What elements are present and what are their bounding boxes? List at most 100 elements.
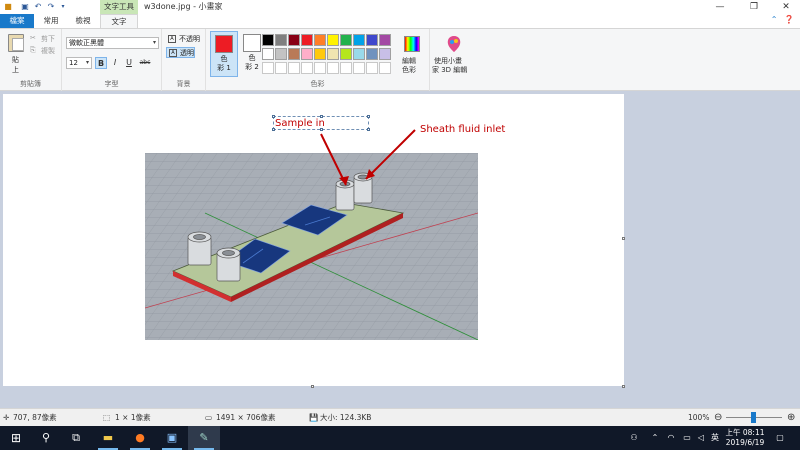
palette-swatch[interactable] bbox=[340, 34, 352, 46]
palette-swatch[interactable] bbox=[262, 48, 274, 60]
custom-color-swatch[interactable] bbox=[353, 62, 365, 74]
palette-swatch[interactable] bbox=[327, 34, 339, 46]
canvas-workspace[interactable]: Sample in Sheath fluid inlet bbox=[0, 91, 800, 408]
edit-colors-button[interactable]: 編輯 色彩 bbox=[396, 31, 426, 77]
palette-swatch[interactable] bbox=[314, 34, 326, 46]
palette-swatch[interactable] bbox=[366, 34, 378, 46]
customize-dropdown-icon[interactable]: ▾ bbox=[58, 2, 68, 12]
zoom-in-button[interactable]: ⊕ bbox=[787, 409, 795, 427]
windows-start-icon[interactable]: ⊞ bbox=[0, 426, 32, 450]
paste-label-1: 貼 bbox=[12, 56, 19, 64]
image-size-icon: ▭ bbox=[205, 413, 213, 422]
palette-swatch[interactable] bbox=[288, 48, 300, 60]
zoom-out-button[interactable]: ⊖ bbox=[714, 409, 722, 427]
strikethrough-button[interactable]: abc bbox=[137, 57, 153, 69]
tab-home[interactable]: 常用 bbox=[36, 14, 66, 28]
custom-color-swatch[interactable] bbox=[301, 62, 313, 74]
palette-swatch[interactable] bbox=[275, 48, 287, 60]
paint-taskbar-icon[interactable]: ✎ bbox=[188, 426, 220, 450]
font-size-value: 12 bbox=[69, 59, 78, 67]
clock-date: 2019/6/19 bbox=[725, 438, 765, 447]
minimize-button[interactable]: — bbox=[704, 0, 736, 14]
cursor-position: 707, 87像素 bbox=[13, 413, 57, 422]
canvas-resize-handle[interactable] bbox=[622, 237, 625, 240]
palette-swatch[interactable] bbox=[366, 48, 378, 60]
canvas-resize-handle[interactable] bbox=[622, 385, 625, 388]
palette-swatch[interactable] bbox=[275, 34, 287, 46]
font-family-select[interactable]: 微軟正黑體 ▾ bbox=[66, 37, 159, 49]
zoom-slider-thumb[interactable] bbox=[751, 412, 756, 423]
undo-icon[interactable]: ↶ bbox=[33, 2, 43, 12]
clipboard-group: 貼 上 ✂ 剪下 ⎘ 複製 剪貼簿 bbox=[0, 29, 62, 91]
palette-swatch[interactable] bbox=[262, 34, 274, 46]
palette-swatch[interactable] bbox=[301, 34, 313, 46]
collapse-ribbon-icon[interactable]: ⌃ bbox=[771, 15, 778, 24]
bold-button[interactable]: B bbox=[95, 57, 107, 69]
palette-swatch[interactable] bbox=[327, 48, 339, 60]
volume-icon[interactable]: ◁ bbox=[694, 426, 708, 450]
tab-file[interactable]: 檔案 bbox=[0, 14, 34, 28]
font-size-select[interactable]: 12 ▾ bbox=[66, 57, 92, 69]
redo-icon[interactable]: ↷ bbox=[46, 2, 56, 12]
maximize-button[interactable]: ❐ bbox=[738, 0, 770, 14]
chevron-down-icon: ▾ bbox=[85, 59, 89, 66]
app-window-icon[interactable]: ▣ bbox=[156, 426, 188, 450]
custom-color-swatch[interactable] bbox=[340, 62, 352, 74]
palette-swatch[interactable] bbox=[353, 48, 365, 60]
selection-icon: ⬚ bbox=[103, 413, 111, 422]
palette-swatch[interactable] bbox=[353, 34, 365, 46]
file-explorer-icon[interactable]: ▬ bbox=[92, 426, 124, 450]
palette-swatch[interactable] bbox=[379, 48, 391, 60]
edit-colors-label-2: 色彩 bbox=[402, 66, 416, 74]
background-group: A 不透明 A 透明 背景 bbox=[162, 29, 206, 91]
custom-color-swatch[interactable] bbox=[379, 62, 391, 74]
notification-icon[interactable]: ▢ bbox=[772, 426, 788, 450]
palette-swatch[interactable] bbox=[301, 48, 313, 60]
firefox-icon[interactable]: ● bbox=[124, 426, 156, 450]
palette-swatch[interactable] bbox=[379, 34, 391, 46]
image-canvas[interactable]: Sample in Sheath fluid inlet bbox=[3, 94, 624, 386]
palette-swatch[interactable] bbox=[288, 34, 300, 46]
custom-color-swatch[interactable] bbox=[275, 62, 287, 74]
ribbon-controls: ⌃ ❓ bbox=[771, 15, 794, 24]
opaque-option[interactable]: A 不透明 bbox=[166, 34, 200, 45]
search-icon[interactable]: ⚲ bbox=[30, 426, 62, 450]
custom-color-swatch[interactable] bbox=[288, 62, 300, 74]
palette-swatch[interactable] bbox=[314, 48, 326, 60]
custom-color-swatch[interactable] bbox=[314, 62, 326, 74]
resize-handle[interactable] bbox=[367, 128, 370, 131]
chevron-up-icon[interactable]: ⌃ bbox=[648, 426, 662, 450]
opaque-label: 不透明 bbox=[179, 35, 200, 43]
close-button[interactable]: ✕ bbox=[770, 0, 800, 14]
help-icon[interactable]: ❓ bbox=[784, 15, 794, 24]
tab-view[interactable]: 檢視 bbox=[68, 14, 98, 28]
tab-text[interactable]: 文字 bbox=[100, 14, 138, 28]
underline-button[interactable]: U bbox=[123, 57, 135, 69]
palette-swatch[interactable] bbox=[340, 48, 352, 60]
canvas-resize-handle[interactable] bbox=[311, 385, 314, 388]
background-group-label: 背景 bbox=[176, 80, 191, 88]
italic-button[interactable]: I bbox=[109, 57, 121, 69]
clipboard-group-label: 剪貼簿 bbox=[20, 80, 41, 88]
network-icon[interactable]: ◠ bbox=[664, 426, 678, 450]
battery-icon[interactable]: ▭ bbox=[680, 426, 694, 450]
task-view-icon[interactable]: ⧉ bbox=[60, 426, 92, 450]
sample-in-annotation[interactable]: Sample in bbox=[275, 118, 325, 129]
save-icon[interactable]: ▣ bbox=[20, 2, 30, 12]
custom-color-swatch[interactable] bbox=[262, 62, 274, 74]
custom-color-swatch[interactable] bbox=[366, 62, 378, 74]
cut-button[interactable]: 剪下 bbox=[41, 34, 55, 44]
color-1-button[interactable]: 色 彩 1 bbox=[210, 31, 238, 77]
copy-button[interactable]: 複製 bbox=[41, 46, 55, 56]
custom-color-swatch[interactable] bbox=[327, 62, 339, 74]
window-title: w3done.jpg - 小畫家 bbox=[144, 2, 223, 11]
transparent-option[interactable]: A 透明 bbox=[166, 47, 195, 58]
paste-icon[interactable] bbox=[8, 34, 24, 52]
colors-group: 色 彩 1 色 彩 2 編輯 色彩 色彩 bbox=[206, 29, 430, 91]
image-size: 1491 × 706像素 bbox=[216, 413, 276, 422]
windows-taskbar: ⊞ ⚲ ⧉ ▬ ● ▣ ✎ ⚇ ⌃ ◠ ▭ ◁ 英 上午 08:11 2019/… bbox=[0, 426, 800, 450]
system-clock[interactable]: 上午 08:11 2019/6/19 bbox=[720, 428, 770, 448]
edit-with-paint-3d-button[interactable]: 使用小畫 家 3D 編輯 bbox=[430, 31, 478, 79]
resize-handle[interactable] bbox=[367, 115, 370, 118]
people-icon[interactable]: ⚇ bbox=[626, 426, 642, 450]
